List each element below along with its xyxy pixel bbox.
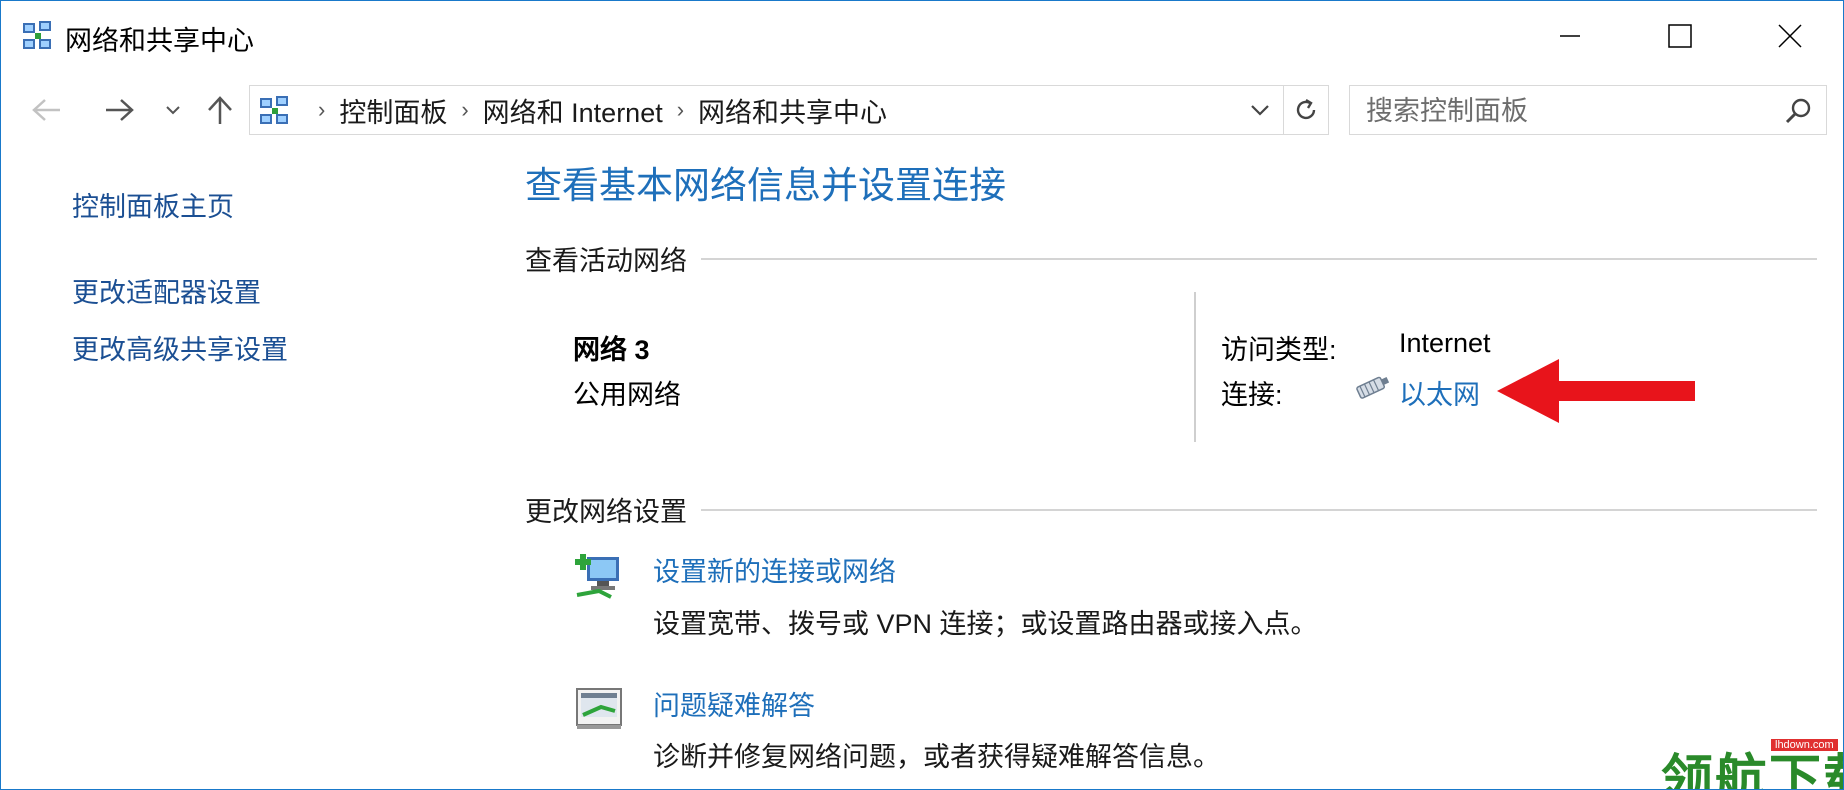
active-networks-heading: 查看活动网络	[525, 239, 697, 278]
maximize-icon	[1668, 24, 1692, 48]
close-icon	[1778, 24, 1802, 48]
new-connection-icon	[575, 554, 619, 599]
up-button[interactable]	[199, 83, 241, 137]
troubleshoot-description: 诊断并修复网络问题，或者获得疑难解答信息。	[653, 742, 1220, 772]
recent-locations-button[interactable]	[161, 83, 185, 137]
access-type-label: 访问类型:	[1221, 335, 1337, 365]
connection-label: 连接:	[1221, 380, 1283, 410]
network-category: 公用网络	[573, 380, 681, 410]
forward-button[interactable]	[97, 83, 141, 137]
troubleshoot-link[interactable]: 问题疑难解答	[653, 684, 815, 723]
maximize-button[interactable]	[1635, 11, 1725, 61]
breadcrumb-separator[interactable]: ›	[318, 97, 325, 123]
section-divider	[701, 509, 1817, 511]
sidebar-item-change-adapter-settings[interactable]: 更改适配器设置	[72, 271, 261, 310]
page-title: 查看基本网络信息并设置连接	[525, 165, 1006, 206]
network-center-icon	[23, 21, 51, 49]
address-history-button[interactable]	[1240, 86, 1280, 134]
search-input[interactable]	[1364, 90, 1768, 132]
chevron-down-icon	[166, 106, 180, 115]
watermark-domain: lhdown.com	[1771, 739, 1838, 751]
ethernet-connection-link[interactable]: 以太网	[1399, 373, 1480, 412]
ethernet-icon	[1356, 376, 1390, 399]
troubleshoot-icon	[576, 688, 622, 729]
minimize-button[interactable]	[1525, 11, 1615, 61]
back-arrow-icon	[32, 99, 60, 121]
back-button[interactable]	[25, 83, 69, 137]
setup-new-connection-description: 设置宽带、拨号或 VPN 连接；或设置路由器或接入点。	[653, 609, 1318, 639]
breadcrumb-control-panel[interactable]: 控制面板	[339, 91, 447, 130]
setup-new-connection-link[interactable]: 设置新的连接或网络	[653, 550, 896, 589]
breadcrumb-separator[interactable]: ›	[677, 97, 684, 123]
minimize-icon	[1560, 35, 1580, 37]
breadcrumb-separator[interactable]: ›	[461, 97, 468, 123]
up-arrow-icon	[208, 96, 232, 124]
network-center-icon	[260, 96, 288, 124]
breadcrumb-network-sharing-center[interactable]: 网络和共享中心	[698, 91, 887, 130]
network-name: 网络 3	[573, 335, 650, 365]
search-box[interactable]	[1349, 85, 1827, 135]
breadcrumb: › 控制面板 › 网络和 Internet › 网络和共享中心	[304, 86, 887, 134]
address-bar[interactable]: › 控制面板 › 网络和 Internet › 网络和共享中心	[249, 85, 1329, 135]
access-type-value: Internet	[1399, 328, 1491, 358]
navigation-bar: › 控制面板 › 网络和 Internet › 网络和共享中心	[1, 83, 1843, 137]
title-bar[interactable]: 网络和共享中心	[1, 1, 1843, 71]
vertical-divider	[1194, 292, 1196, 442]
close-button[interactable]	[1745, 11, 1835, 61]
forward-arrow-icon	[106, 99, 134, 121]
network-sharing-center-window: 网络和共享中心 › 控制面板 › 网络和 Internet › 网络和共享中心 …	[0, 0, 1844, 790]
breadcrumb-network-internet[interactable]: 网络和 Internet	[483, 91, 663, 130]
refresh-icon	[1296, 98, 1316, 120]
sidebar-item-change-advanced-sharing[interactable]: 更改高级共享设置	[72, 328, 288, 367]
refresh-button[interactable]	[1283, 85, 1329, 135]
search-icon[interactable]	[1784, 97, 1812, 125]
chevron-down-icon	[1251, 105, 1269, 116]
sidebar-item-control-panel-home[interactable]: 控制面板主页	[72, 185, 234, 224]
red-arrow-annotation-icon	[1497, 359, 1695, 423]
window-title: 网络和共享中心	[65, 26, 254, 56]
change-settings-heading: 更改网络设置	[525, 490, 697, 529]
section-divider	[701, 258, 1817, 260]
